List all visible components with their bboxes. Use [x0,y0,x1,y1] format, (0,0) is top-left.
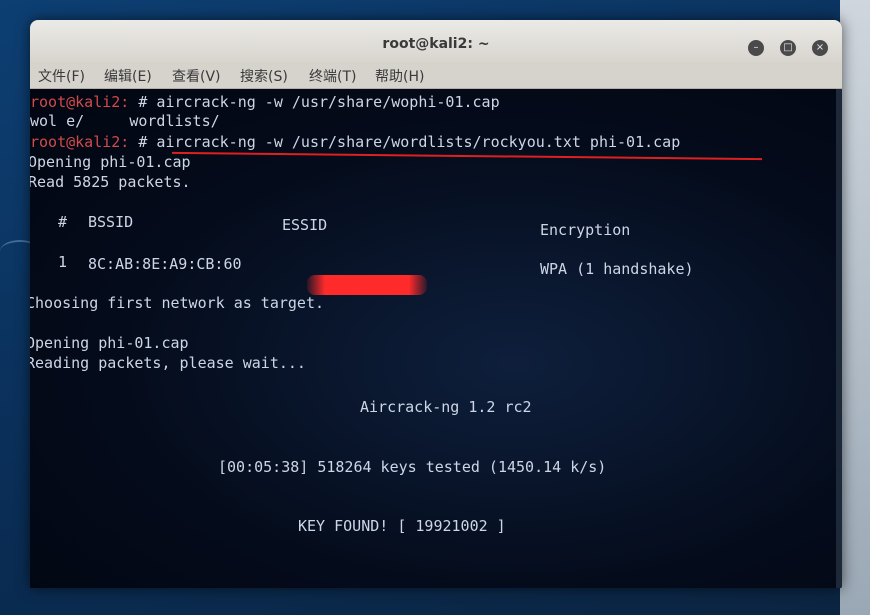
table-row-bssid: 8C:AB:8E:A9:CB:60 [88,255,242,273]
redacted-essid [307,275,427,295]
prompt: root@kali2: [30,133,130,151]
opening-file-line-2: Opening phi-01.cap [30,334,189,352]
menu-terminal[interactable]: 终端(T) [309,66,356,86]
command-text: # aircrack-ng -w /usr/share/wordlists/ro… [129,133,681,151]
keys-tested-progress: [00:05:38] 518264 keys tested (1450.14 k… [218,458,607,476]
terminal-output[interactable]: root@kali2: # aircrack-ng -w /usr/share/… [30,89,836,588]
command-line-1: root@kali2: # aircrack-ng -w /usr/share/… [30,93,500,111]
window-title: root@kali2: ~ [382,36,490,52]
tab-completion-line: wol e/ wordlists/ [30,112,220,130]
desktop-edge [840,0,870,615]
choosing-network-line: Choosing first network as target. [30,294,325,312]
read-packets-line: Read 5825 packets. [30,173,191,191]
table-header-bssid: BSSID [88,213,134,231]
reading-packets-line: Reading packets, please wait... [30,354,306,372]
menu-help[interactable]: 帮助(H) [375,66,424,86]
menu-edit[interactable]: 编辑(E) [104,66,152,86]
table-row-num: 1 [58,253,68,271]
table-row-encryption: WPA (1 handshake) [540,260,694,278]
aircrack-version: Aircrack-ng 1.2 rc2 [360,398,532,416]
menu-search[interactable]: 搜索(S) [240,66,288,86]
title-bar[interactable]: root@kali2: ~ – □ × [30,20,842,62]
command-text: # aircrack-ng -w /usr/share/wophi-01.cap [129,93,500,111]
opening-file-line: Opening phi-01.cap [30,153,191,171]
menu-bar: 文件(F) 编辑(E) 查看(V) 搜索(S) 终端(T) 帮助(H) [30,62,842,89]
table-header-num: # [58,213,68,231]
minimize-button[interactable]: – [748,40,764,56]
menu-file[interactable]: 文件(F) [38,66,85,86]
prompt: root@kali2: [30,93,130,111]
maximize-button[interactable]: □ [780,40,796,56]
terminal-scrollbar[interactable] [836,89,842,588]
table-header-essid: ESSID [282,216,328,234]
command-line-2: root@kali2: # aircrack-ng -w /usr/share/… [30,133,680,151]
menu-view[interactable]: 查看(V) [172,66,221,86]
close-button[interactable]: × [812,40,828,56]
key-found-result: KEY FOUND! [ 19921002 ] [298,517,506,535]
table-header-encryption: Encryption [540,221,631,239]
terminal-window: root@kali2: ~ – □ × 文件(F) 编辑(E) 查看(V) 搜索… [30,20,842,588]
red-underline-annotation [172,151,762,161]
